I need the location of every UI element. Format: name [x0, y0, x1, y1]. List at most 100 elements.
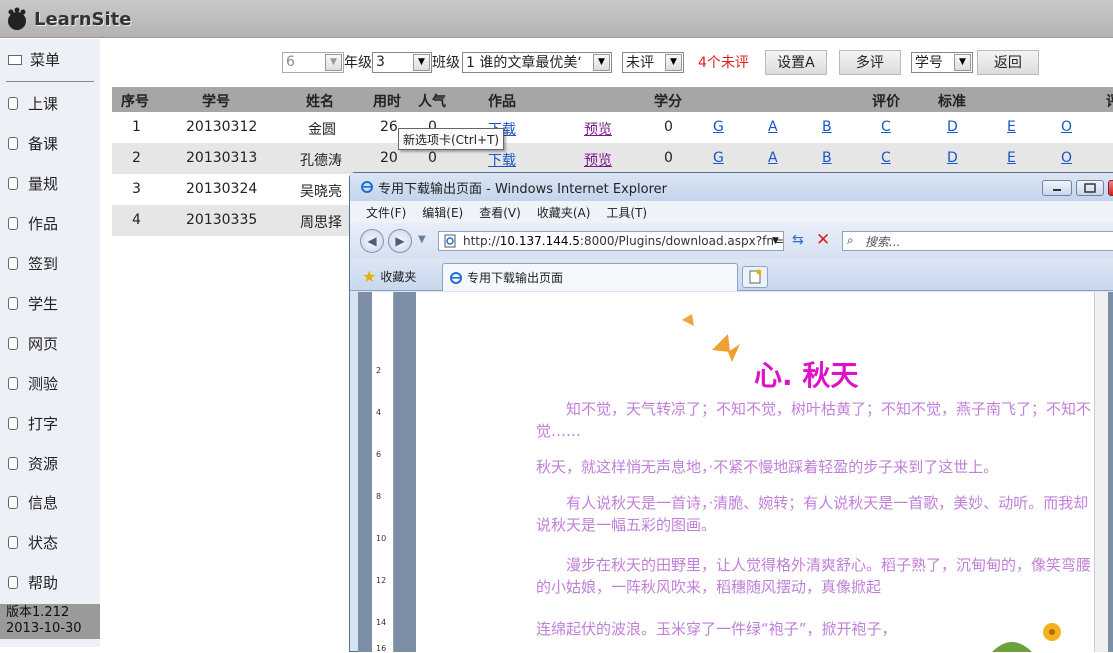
- cell-name: 孔德涛: [300, 153, 342, 169]
- history-dropdown-icon[interactable]: ▼: [418, 234, 426, 245]
- minimize-button[interactable]: [1042, 180, 1072, 196]
- chevron-down-icon: ▼: [665, 53, 682, 71]
- back-nav-button[interactable]: ◀: [360, 229, 384, 253]
- rate-b-link[interactable]: B: [822, 150, 832, 166]
- rate-g-link[interactable]: G: [713, 119, 724, 135]
- sidebar-item-signin[interactable]: 签到: [8, 251, 58, 275]
- rate-e-link[interactable]: E: [1007, 119, 1016, 135]
- preview-link[interactable]: 预览: [584, 122, 612, 138]
- menu-file[interactable]: 文件(F): [366, 204, 406, 221]
- sort-select[interactable]: 学号 ▼: [910, 51, 973, 73]
- menu-tools[interactable]: 工具(T): [606, 204, 647, 221]
- table-header: 序号 学号 姓名 用时 人气 作品 学分 评价 标准 评: [112, 87, 1113, 112]
- sidebar-item-status[interactable]: 状态: [8, 530, 58, 554]
- rate-o-link[interactable]: O: [1061, 150, 1072, 166]
- butterfly-icon: [682, 314, 740, 362]
- sidebar-menu-label: 菜单: [30, 51, 61, 69]
- close-button[interactable]: [1108, 180, 1113, 196]
- url-input[interactable]: http://10.137.144.5:8000/Plugins/downloa…: [438, 231, 784, 251]
- sidebar-item-resources[interactable]: 资源: [8, 451, 58, 475]
- search-input[interactable]: ⌕ 搜索...: [842, 231, 1113, 251]
- page-icon: [8, 575, 18, 589]
- work-select[interactable]: 1 谁的文章最优美‘ ▼: [462, 51, 612, 73]
- sidebar: 菜单 上课 备课 量规 作品 签到 学生 网页 测验 打字 资源 信息 状态 帮…: [0, 39, 100, 647]
- favorites-label: 收藏夹: [380, 269, 417, 284]
- rate-c-link[interactable]: C: [881, 150, 891, 166]
- rate-a-link[interactable]: A: [768, 150, 778, 166]
- vertical-scrollbar[interactable]: [1094, 292, 1108, 652]
- ruler-mark: 14: [376, 618, 387, 627]
- sidebar-item-webpage[interactable]: 网页: [8, 331, 58, 355]
- url-dropdown-icon[interactable]: ▼: [772, 236, 779, 246]
- sidebar-item-label: 网页: [28, 334, 59, 353]
- cell-seq: 2: [132, 150, 141, 166]
- sidebar-item-prepare[interactable]: 备课: [8, 131, 58, 155]
- tab-download-page[interactable]: 专用下载输出页面: [442, 263, 738, 291]
- rate-a-link[interactable]: A: [768, 119, 778, 135]
- rate-g-link[interactable]: G: [713, 150, 724, 166]
- page-icon: [8, 96, 18, 110]
- rate-o-link[interactable]: O: [1061, 119, 1072, 135]
- url-host: 10.137.144.5: [499, 234, 580, 248]
- stop-icon[interactable]: ✕: [816, 230, 830, 250]
- col-seq: 序号: [121, 94, 149, 110]
- vertical-ruler: 2 4 6 8 10 12 14 16: [372, 292, 394, 653]
- menu-favorites[interactable]: 收藏夹(A): [537, 204, 591, 221]
- grade-select-value: 6: [286, 54, 295, 70]
- cell-score: 0: [664, 119, 673, 135]
- forward-nav-button[interactable]: ▶: [388, 229, 412, 253]
- maximize-button[interactable]: [1076, 180, 1104, 196]
- cell-popularity: 0: [428, 150, 437, 166]
- document-paragraph: 秋天，就这样悄无声息地，·不紧不慢地踩着轻盈的步子来到了这世上。: [536, 458, 999, 476]
- chevron-down-icon: ▼: [953, 53, 971, 71]
- col-popularity: 人气: [418, 94, 446, 110]
- sidebar-item-students[interactable]: 学生: [8, 291, 58, 315]
- sidebar-item-label: 打字: [28, 414, 59, 433]
- sidebar-item-typing[interactable]: 打字: [8, 411, 58, 435]
- class-select[interactable]: 3 ▼: [372, 51, 432, 73]
- chevron-down-icon: ▼: [325, 53, 342, 71]
- table-row: 4 20130335 周思择: [112, 205, 349, 236]
- rate-b-link[interactable]: B: [822, 119, 832, 135]
- unrated-count: 4个未评: [698, 55, 749, 71]
- cell-name: 吴晓亮: [300, 184, 342, 200]
- new-tab-button[interactable]: [742, 266, 768, 288]
- favorites-button[interactable]: ★ 收藏夹: [362, 265, 416, 287]
- menu-edit[interactable]: 编辑(E): [422, 204, 463, 221]
- ruler-mark: 16: [376, 644, 387, 653]
- preview-link[interactable]: 预览: [584, 153, 612, 169]
- tab-title: 专用下载输出页面: [467, 271, 564, 285]
- rate-e-link[interactable]: E: [1007, 150, 1016, 166]
- cell-name: 周思择: [300, 215, 342, 231]
- sidebar-item-quiz[interactable]: 测验: [8, 371, 58, 395]
- back-button[interactable]: 返回: [976, 49, 1039, 75]
- ie-window: 专用下载输出页面 - Windows Internet Explorer 文件(…: [349, 172, 1113, 653]
- download-link[interactable]: 下载: [488, 153, 516, 169]
- ie-titlebar[interactable]: 专用下载输出页面 - Windows Internet Explorer: [350, 173, 1113, 201]
- table-row: 2 20130313 孔德涛 20 0 下载 预览 0 G A B C D E …: [112, 143, 1113, 174]
- menu-icon: [8, 54, 22, 65]
- refresh-icon[interactable]: ⇆: [792, 232, 804, 248]
- cell-score: 0: [664, 150, 673, 166]
- sidebar-item-rubric[interactable]: 量规: [8, 171, 58, 195]
- menu-view[interactable]: 查看(V): [479, 204, 521, 221]
- col-id: 学号: [202, 94, 230, 110]
- rating-filter-select[interactable]: 未评 ▼: [622, 51, 684, 73]
- document-page: 心. 秋天 知不觉，天气转凉了；不知不觉，树叶枯黄了；不知不觉，燕子南飞了；不知…: [416, 292, 1096, 652]
- sidebar-item-class[interactable]: 上课: [8, 91, 58, 115]
- set-a-button[interactable]: 设置A: [764, 49, 827, 75]
- multi-rate-button[interactable]: 多评: [838, 49, 901, 75]
- col-rating: 评价: [872, 94, 900, 110]
- grade-select[interactable]: 6 ▼: [282, 51, 344, 73]
- rate-d-link[interactable]: D: [947, 150, 958, 166]
- cell-id: 20130312: [186, 119, 258, 135]
- logo-text: LearnSite: [34, 8, 132, 30]
- sidebar-item-label: 测验: [28, 374, 59, 393]
- search-icon: ⌕: [847, 233, 854, 247]
- sidebar-item-info[interactable]: 信息: [8, 490, 58, 514]
- rate-d-link[interactable]: D: [947, 119, 958, 135]
- sidebar-item-works[interactable]: 作品: [8, 211, 58, 235]
- sidebar-item-help[interactable]: 帮助: [8, 570, 58, 594]
- rate-c-link[interactable]: C: [881, 119, 891, 135]
- cell-time: 20: [380, 150, 398, 166]
